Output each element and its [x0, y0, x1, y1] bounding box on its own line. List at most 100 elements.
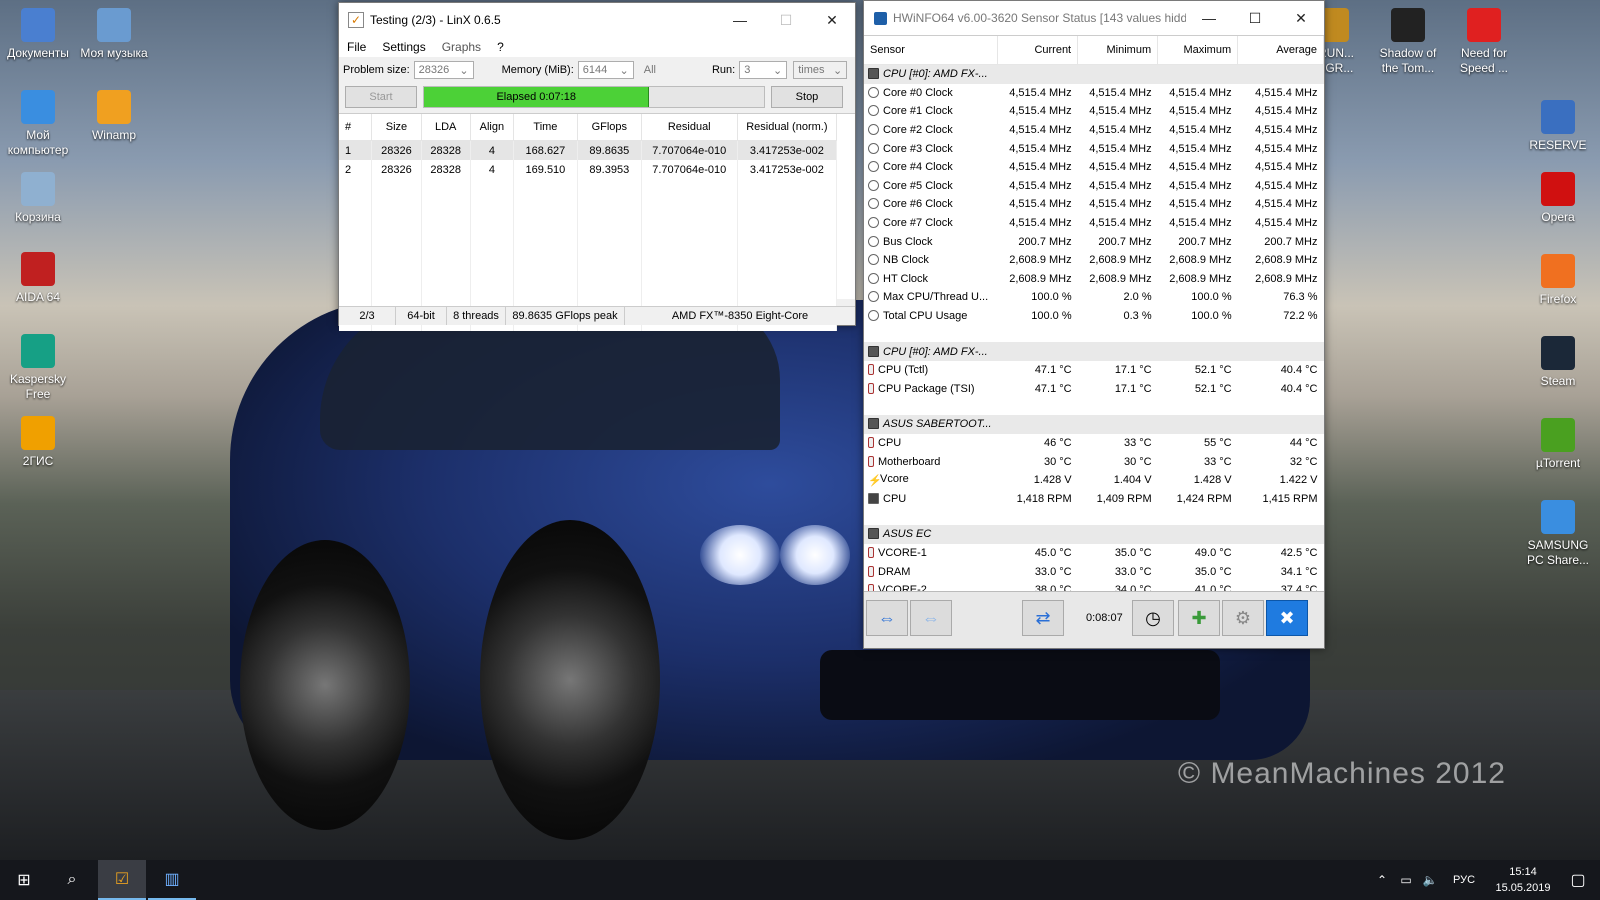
- column-header[interactable]: Size: [371, 114, 422, 141]
- taskbar-linx-icon[interactable]: ☑: [98, 860, 146, 900]
- group-cell: [1237, 64, 1324, 84]
- stop-button[interactable]: Stop: [771, 86, 843, 108]
- menu-help[interactable]: ?: [497, 40, 504, 54]
- table-row[interactable]: 1 28326 28328 4 168.627 89.8635 7.707064e-010 3…: [339, 140, 838, 160]
- column-header[interactable]: Residual: [641, 114, 738, 141]
- table-row[interactable]: 2 28326 28328 4 169.510 89.3953 7.707064e-010 3…: [339, 160, 838, 179]
- column-header[interactable]: Time: [513, 114, 578, 141]
- clock[interactable]: 15:14 15.05.2019: [1488, 864, 1558, 896]
- sensor-row[interactable]: Core #0 Clock 4,515.4 MHz 4,515.4 MHz 4,515…: [864, 84, 1324, 103]
- sensor-group-header[interactable]: CPU [#0]: AMD FX-...: [864, 64, 1324, 84]
- sensor-row[interactable]: CPU 1,418 RPM 1,409 RPM 1,424 RPM 1,415 RPM: [864, 489, 1324, 508]
- close-button[interactable]: ✕: [809, 3, 855, 37]
- sensor-group-header[interactable]: CPU [#0]: AMD FX-...: [864, 342, 1324, 361]
- sensor-row[interactable]: CPU Package (TSI) 47.1 °C 17.1 °C 52.1 °C 40…: [864, 380, 1324, 399]
- sensor-row[interactable]: CPU (Tctl) 47.1 °C 17.1 °C 52.1 °C 40.4 °C: [864, 361, 1324, 380]
- sensor-row[interactable]: Bus Clock 200.7 MHz 200.7 MHz 200.7 MHz 200.…: [864, 232, 1324, 251]
- start-button[interactable]: Start: [345, 86, 417, 108]
- desktop-icon[interactable]: µTorrent: [1520, 418, 1596, 471]
- column-header[interactable]: Minimum: [1077, 36, 1159, 65]
- desktop-icon[interactable]: RESERVE: [1520, 100, 1596, 153]
- sensor-row[interactable]: Motherboard 30 °C 30 °C 33 °C 32 °C: [864, 452, 1324, 471]
- desktop-icon[interactable]: AIDA 64: [0, 252, 76, 305]
- desktop-icon[interactable]: Kaspersky Free: [0, 334, 76, 402]
- sensor-row[interactable]: HT Clock 2,608.9 MHz 2,608.9 MHz 2,608.9 MH…: [864, 270, 1324, 289]
- sensor-row[interactable]: VCORE-1 45.0 °C 35.0 °C 49.0 °C 42.5 °C: [864, 544, 1324, 563]
- sensor-row[interactable]: DRAM 33.0 °C 33.0 °C 35.0 °C 34.1 °C: [864, 562, 1324, 581]
- volume-icon[interactable]: 🔈: [1418, 860, 1442, 900]
- column-header[interactable]: Sensor: [864, 36, 999, 65]
- sensor-row[interactable]: Max CPU/Thread U... 100.0 % 2.0 % 100.0 % 76…: [864, 288, 1324, 307]
- desktop-icon[interactable]: Opera: [1520, 172, 1596, 225]
- desktop-icon[interactable]: Документы: [0, 8, 76, 61]
- minimize-button[interactable]: —: [1186, 1, 1232, 35]
- column-header[interactable]: LDA: [421, 114, 471, 141]
- desktop-icon[interactable]: Winamp: [76, 90, 152, 143]
- language-indicator[interactable]: РУС: [1446, 860, 1482, 900]
- memory-combo[interactable]: 6144 ⌄: [577, 61, 634, 79]
- close-sensors-icon[interactable]: ✖: [1266, 600, 1308, 636]
- close-button[interactable]: ✕: [1278, 1, 1324, 35]
- hwinfo-window[interactable]: HWiNFO64 v6.00-3620 Sensor Status [143 v…: [863, 0, 1325, 649]
- desktop-icon[interactable]: Need for Speed ...: [1446, 8, 1522, 76]
- sensor-row[interactable]: Core #3 Clock 4,515.4 MHz 4,515.4 MHz 4,515…: [864, 139, 1324, 158]
- network-icon[interactable]: ⇄: [1022, 600, 1064, 636]
- notifications-icon[interactable]: ▢: [1556, 860, 1600, 900]
- maximize-button[interactable]: ☐: [1232, 1, 1278, 35]
- column-header[interactable]: Maximum: [1157, 36, 1239, 65]
- column-header[interactable]: #: [339, 114, 373, 141]
- sensor-row[interactable]: NB Clock 2,608.9 MHz 2,608.9 MHz 2,608.9 MH…: [864, 251, 1324, 270]
- sensor-group-header[interactable]: ASUS SABERTOOT...: [864, 415, 1324, 434]
- linx-window[interactable]: ✓ Testing (2/3) - LinX 0.6.5 — ☐ ✕ File …: [338, 2, 856, 331]
- collapse-arrows-icon[interactable]: ⇔: [866, 600, 908, 636]
- all-memory-toggle[interactable]: All: [644, 64, 656, 76]
- sensor-row[interactable]: Core #4 Clock 4,515.4 MHz 4,515.4 MHz 4,515…: [864, 158, 1324, 177]
- network-tray-icon[interactable]: ▭: [1394, 860, 1418, 900]
- settings-gear-icon[interactable]: ⚙: [1222, 600, 1264, 636]
- sensor-row[interactable]: Core #5 Clock 4,515.4 MHz 4,515.4 MHz 4,515…: [864, 177, 1324, 196]
- sensor-row[interactable]: Core #6 Clock 4,515.4 MHz 4,515.4 MHz 4,515…: [864, 195, 1324, 214]
- sensor-value: 1.428 V: [1193, 474, 1232, 487]
- menu-graphs[interactable]: Graphs: [442, 40, 481, 54]
- linx-titlebar[interactable]: ✓ Testing (2/3) - LinX 0.6.5 — ☐ ✕: [339, 3, 855, 37]
- sensor-list[interactable]: Sensor Current Minimum Maximum Average CPU […: [864, 35, 1324, 592]
- problem-size-combo[interactable]: 28326 ⌄: [413, 61, 474, 79]
- desktop-icon[interactable]: Steam: [1520, 336, 1596, 389]
- search-icon[interactable]: ⌕: [48, 860, 96, 900]
- minimize-button[interactable]: —: [717, 3, 763, 37]
- sensor-row[interactable]: Core #7 Clock 4,515.4 MHz 4,515.4 MHz 4,515…: [864, 214, 1324, 233]
- menu-file[interactable]: File: [347, 40, 366, 54]
- desktop-icon[interactable]: Firefox: [1520, 254, 1596, 307]
- run-combo[interactable]: 3 ⌄: [739, 61, 788, 79]
- maximize-button[interactable]: ☐: [763, 3, 809, 37]
- desktop-icon[interactable]: Корзина: [0, 172, 76, 225]
- hwinfo-titlebar[interactable]: HWiNFO64 v6.00-3620 Sensor Status [143 v…: [864, 1, 1324, 35]
- clock-reset-icon[interactable]: ◷: [1132, 600, 1174, 636]
- desktop-icon[interactable]: Shadow of the Tom...: [1370, 8, 1446, 76]
- expand-arrows-icon[interactable]: ⇔: [910, 600, 952, 636]
- taskbar-hwinfo-icon[interactable]: ▥: [148, 860, 196, 900]
- sensor-row[interactable]: Core #2 Clock 4,515.4 MHz 4,515.4 MHz 4,515…: [864, 121, 1324, 140]
- start-windows-icon[interactable]: ⊞: [0, 860, 48, 900]
- sensor-group-header[interactable]: ASUS EC: [864, 525, 1324, 544]
- desktop-icon[interactable]: Моя музыка: [76, 8, 152, 61]
- sensor-row[interactable]: Total CPU Usage 100.0 % 0.3 % 100.0 % 72.2 %: [864, 307, 1324, 326]
- status-peak: 89.8635 GFlops peak: [506, 307, 625, 325]
- column-header[interactable]: Residual (norm.): [737, 114, 838, 141]
- column-header[interactable]: Align: [470, 114, 514, 141]
- clock-icon: [868, 124, 879, 136]
- column-header[interactable]: GFlops: [577, 114, 642, 141]
- sensor-row[interactable]: CPU 46 °C 33 °C 55 °C 44 °C: [864, 434, 1324, 453]
- add-report-icon[interactable]: ✚: [1178, 600, 1220, 636]
- column-header[interactable]: Average: [1237, 36, 1324, 65]
- results-table-area[interactable]: # Size LDA Align Time GFlops Residual Residual …: [339, 113, 855, 331]
- tray-chevron-up-icon[interactable]: ⌃: [1370, 860, 1394, 900]
- desktop-icon[interactable]: 2ГИС: [0, 416, 76, 469]
- column-header[interactable]: Current: [997, 36, 1079, 65]
- desktop-icon[interactable]: SAMSUNG PC Share...: [1520, 500, 1596, 568]
- sensor-row[interactable]: ⚡Vcore 1.428 V 1.404 V 1.428 V 1.422 V: [864, 471, 1324, 490]
- menu-settings[interactable]: Settings: [382, 40, 425, 54]
- run-unit-combo[interactable]: times ⌄: [793, 61, 848, 79]
- sensor-row[interactable]: Core #1 Clock 4,515.4 MHz 4,515.4 MHz 4,515…: [864, 102, 1324, 121]
- desktop-icon[interactable]: Мой компьютер: [0, 90, 76, 158]
